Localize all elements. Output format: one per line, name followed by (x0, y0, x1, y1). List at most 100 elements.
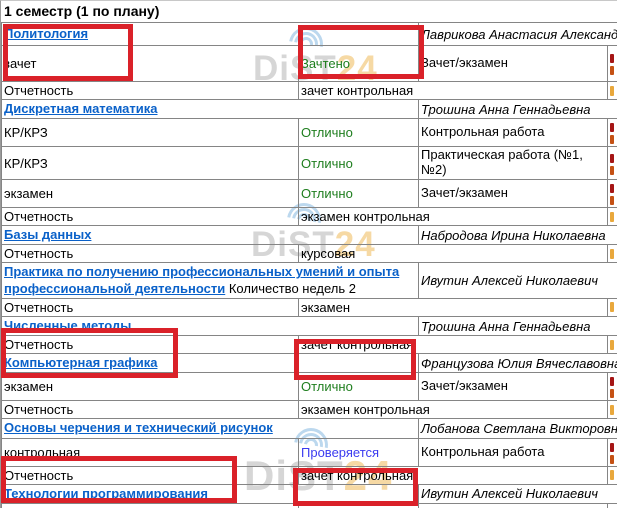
clipped-column-fragment (610, 184, 614, 193)
subject-link[interactable]: Базы данных (4, 227, 91, 242)
report-label-cell: Отчетность (2, 245, 299, 263)
work-type-cell: Практическая работа (№1, №2) (419, 147, 608, 180)
report-value-cell: экзамен контрольная (299, 401, 608, 419)
clipped-column-fragment (610, 135, 614, 144)
grade-value-cell: Отлично (299, 147, 419, 180)
clipped-column-fragment (610, 54, 614, 63)
clipped-extra-cell (608, 208, 617, 226)
clipped-column-fragment (610, 166, 614, 175)
work-type-cell: Контрольная работа (419, 119, 608, 147)
grade-value: Отлично (301, 156, 353, 171)
annotation-box-subject-tehnologii (1, 456, 237, 503)
control-type-cell: зачет (2, 503, 299, 508)
clipped-extra-cell (608, 147, 617, 180)
report-value-cell: экзамен (299, 298, 608, 316)
clipped-column-fragment (610, 405, 614, 415)
clipped-extra-cell (608, 245, 617, 263)
subject-link[interactable]: Дискретная математика (4, 101, 158, 116)
annotation-box-grade-zachteno-bottom (293, 468, 418, 506)
clipped-extra-cell (608, 298, 617, 316)
clipped-extra-cell (608, 46, 617, 82)
clipped-extra-cell (608, 401, 617, 419)
teacher-name: Ивутин Алексей Николаевич (419, 484, 617, 503)
clipped-column-fragment (610, 212, 614, 222)
report-label-cell: Отчетность (2, 82, 299, 100)
clipped-column-fragment (610, 302, 614, 312)
table-row-report: Отчетностьэкзамен контрольная (2, 208, 617, 226)
clipped-column-fragment (610, 196, 614, 205)
report-value-cell: экзамен контрольная (299, 208, 608, 226)
report-label-cell: Отчетность (2, 401, 299, 419)
clipped-column-fragment (610, 66, 614, 75)
work-type-cell: Зачет/экзамен (419, 373, 608, 401)
clipped-extra-cell (608, 373, 617, 401)
clipped-extra-cell (608, 438, 617, 466)
control-type-cell: КР/КРЗ (2, 147, 299, 180)
clipped-extra-cell (608, 180, 617, 208)
teacher-name: Ивутин Алексей Николаевич (419, 263, 617, 299)
table-row-report: Отчетностькурсовая (2, 245, 617, 263)
gradebook-semester-view: 1 семестр (1 по плану) DiST24 DiST24 DiS… (0, 0, 617, 508)
teacher-name: Трошина Анна Геннадьевна (419, 316, 617, 335)
teacher-name: Лаврикова Анастасия Александровна (419, 23, 617, 46)
clipped-column-fragment (610, 377, 614, 386)
annotation-box-subject-politologiya (3, 24, 133, 81)
grade-value: Отлично (301, 379, 353, 394)
teacher-name: Лобанова Светлана Викторовна (419, 419, 617, 438)
clipped-extra-cell (608, 119, 617, 147)
report-value-cell: зачет контрольная (299, 82, 608, 100)
table-row-subject: Базы данных Набродова Ирина Николаевна (2, 226, 617, 245)
clipped-extra-cell (608, 503, 617, 508)
subject-cell: Дискретная математика (2, 100, 419, 119)
clipped-column-fragment (610, 249, 614, 259)
table-row-grade: КР/КРЗОтлично Контрольная работа (2, 119, 617, 147)
table-row-subject: Практика по получению профессиональных у… (2, 263, 617, 299)
grade-value-cell: Отлично (299, 119, 419, 147)
report-value-cell: курсовая (299, 245, 608, 263)
teacher-name: Трошина Анна Геннадьевна (419, 100, 617, 119)
control-type-cell: КР/КРЗ (2, 119, 299, 147)
table-row-report: Отчетностьэкзамен контрольная (2, 401, 617, 419)
semester-grades-table: ПолитологияЛаврикова Анастасия Александр… (1, 22, 617, 508)
table-row-report: Отчетностьэкзамен (2, 298, 617, 316)
grade-value-cell: Проверяется (299, 438, 419, 466)
clipped-column-fragment (610, 154, 614, 163)
grade-value-cell: Отлично (299, 180, 419, 208)
report-label-cell: Отчетность (2, 298, 299, 316)
work-type-cell: Зачет/экзамен (419, 46, 608, 82)
annotation-box-grade-otlichno (294, 339, 416, 380)
clipped-extra-cell (608, 466, 617, 484)
clipped-column-fragment (610, 86, 614, 96)
subject-cell: Базы данных (2, 226, 419, 245)
table-row-grade: КР/КРЗОтлично Практическая работа (№1, №2… (2, 147, 617, 180)
subject-link[interactable]: Основы черчения и технический рисунок (4, 420, 273, 435)
control-type-cell: экзамен (2, 180, 299, 208)
annotation-box-grade-zachteno-top (298, 25, 424, 79)
grade-value: Отлично (301, 125, 353, 140)
teacher-name: Набродова Ирина Николаевна (419, 226, 617, 245)
clipped-extra-cell (608, 336, 617, 354)
clipped-column-fragment (610, 340, 614, 350)
clipped-extra-cell (608, 82, 617, 100)
grade-value[interactable]: Проверяется (301, 445, 379, 460)
subject-cell: Практика по получению профессиональных у… (2, 263, 419, 299)
subject-cell: Основы черчения и технический рисунок (2, 419, 419, 438)
table-row-report: Отчетностьзачет контрольная (2, 82, 617, 100)
clipped-column-fragment (610, 470, 614, 480)
work-type-cell: Зачет (419, 503, 608, 508)
clipped-column-fragment (610, 455, 614, 464)
work-type-cell: Зачет/экзамен (419, 180, 608, 208)
grade-value: Отлично (301, 186, 353, 201)
subject-extra-info: Количество недель 2 (225, 281, 356, 296)
table-row-subject: Дискретная математика Трошина Анна Геннад… (2, 100, 617, 119)
clipped-column-fragment (610, 123, 614, 132)
table-row-grade: экзаменОтлично Зачет/экзамен (2, 180, 617, 208)
work-type-cell: Контрольная работа (419, 438, 608, 466)
annotation-box-subject-komp-grafika (1, 328, 178, 378)
page-title: 1 семестр (1 по плану) (4, 3, 159, 19)
table-row-subject: Основы черчения и технический рисунок Лоб… (2, 419, 617, 438)
report-label-cell: Отчетность (2, 208, 299, 226)
clipped-column-fragment (610, 389, 614, 398)
clipped-column-fragment (610, 443, 614, 452)
teacher-name: Французова Юлия Вячеславовна (419, 354, 617, 373)
